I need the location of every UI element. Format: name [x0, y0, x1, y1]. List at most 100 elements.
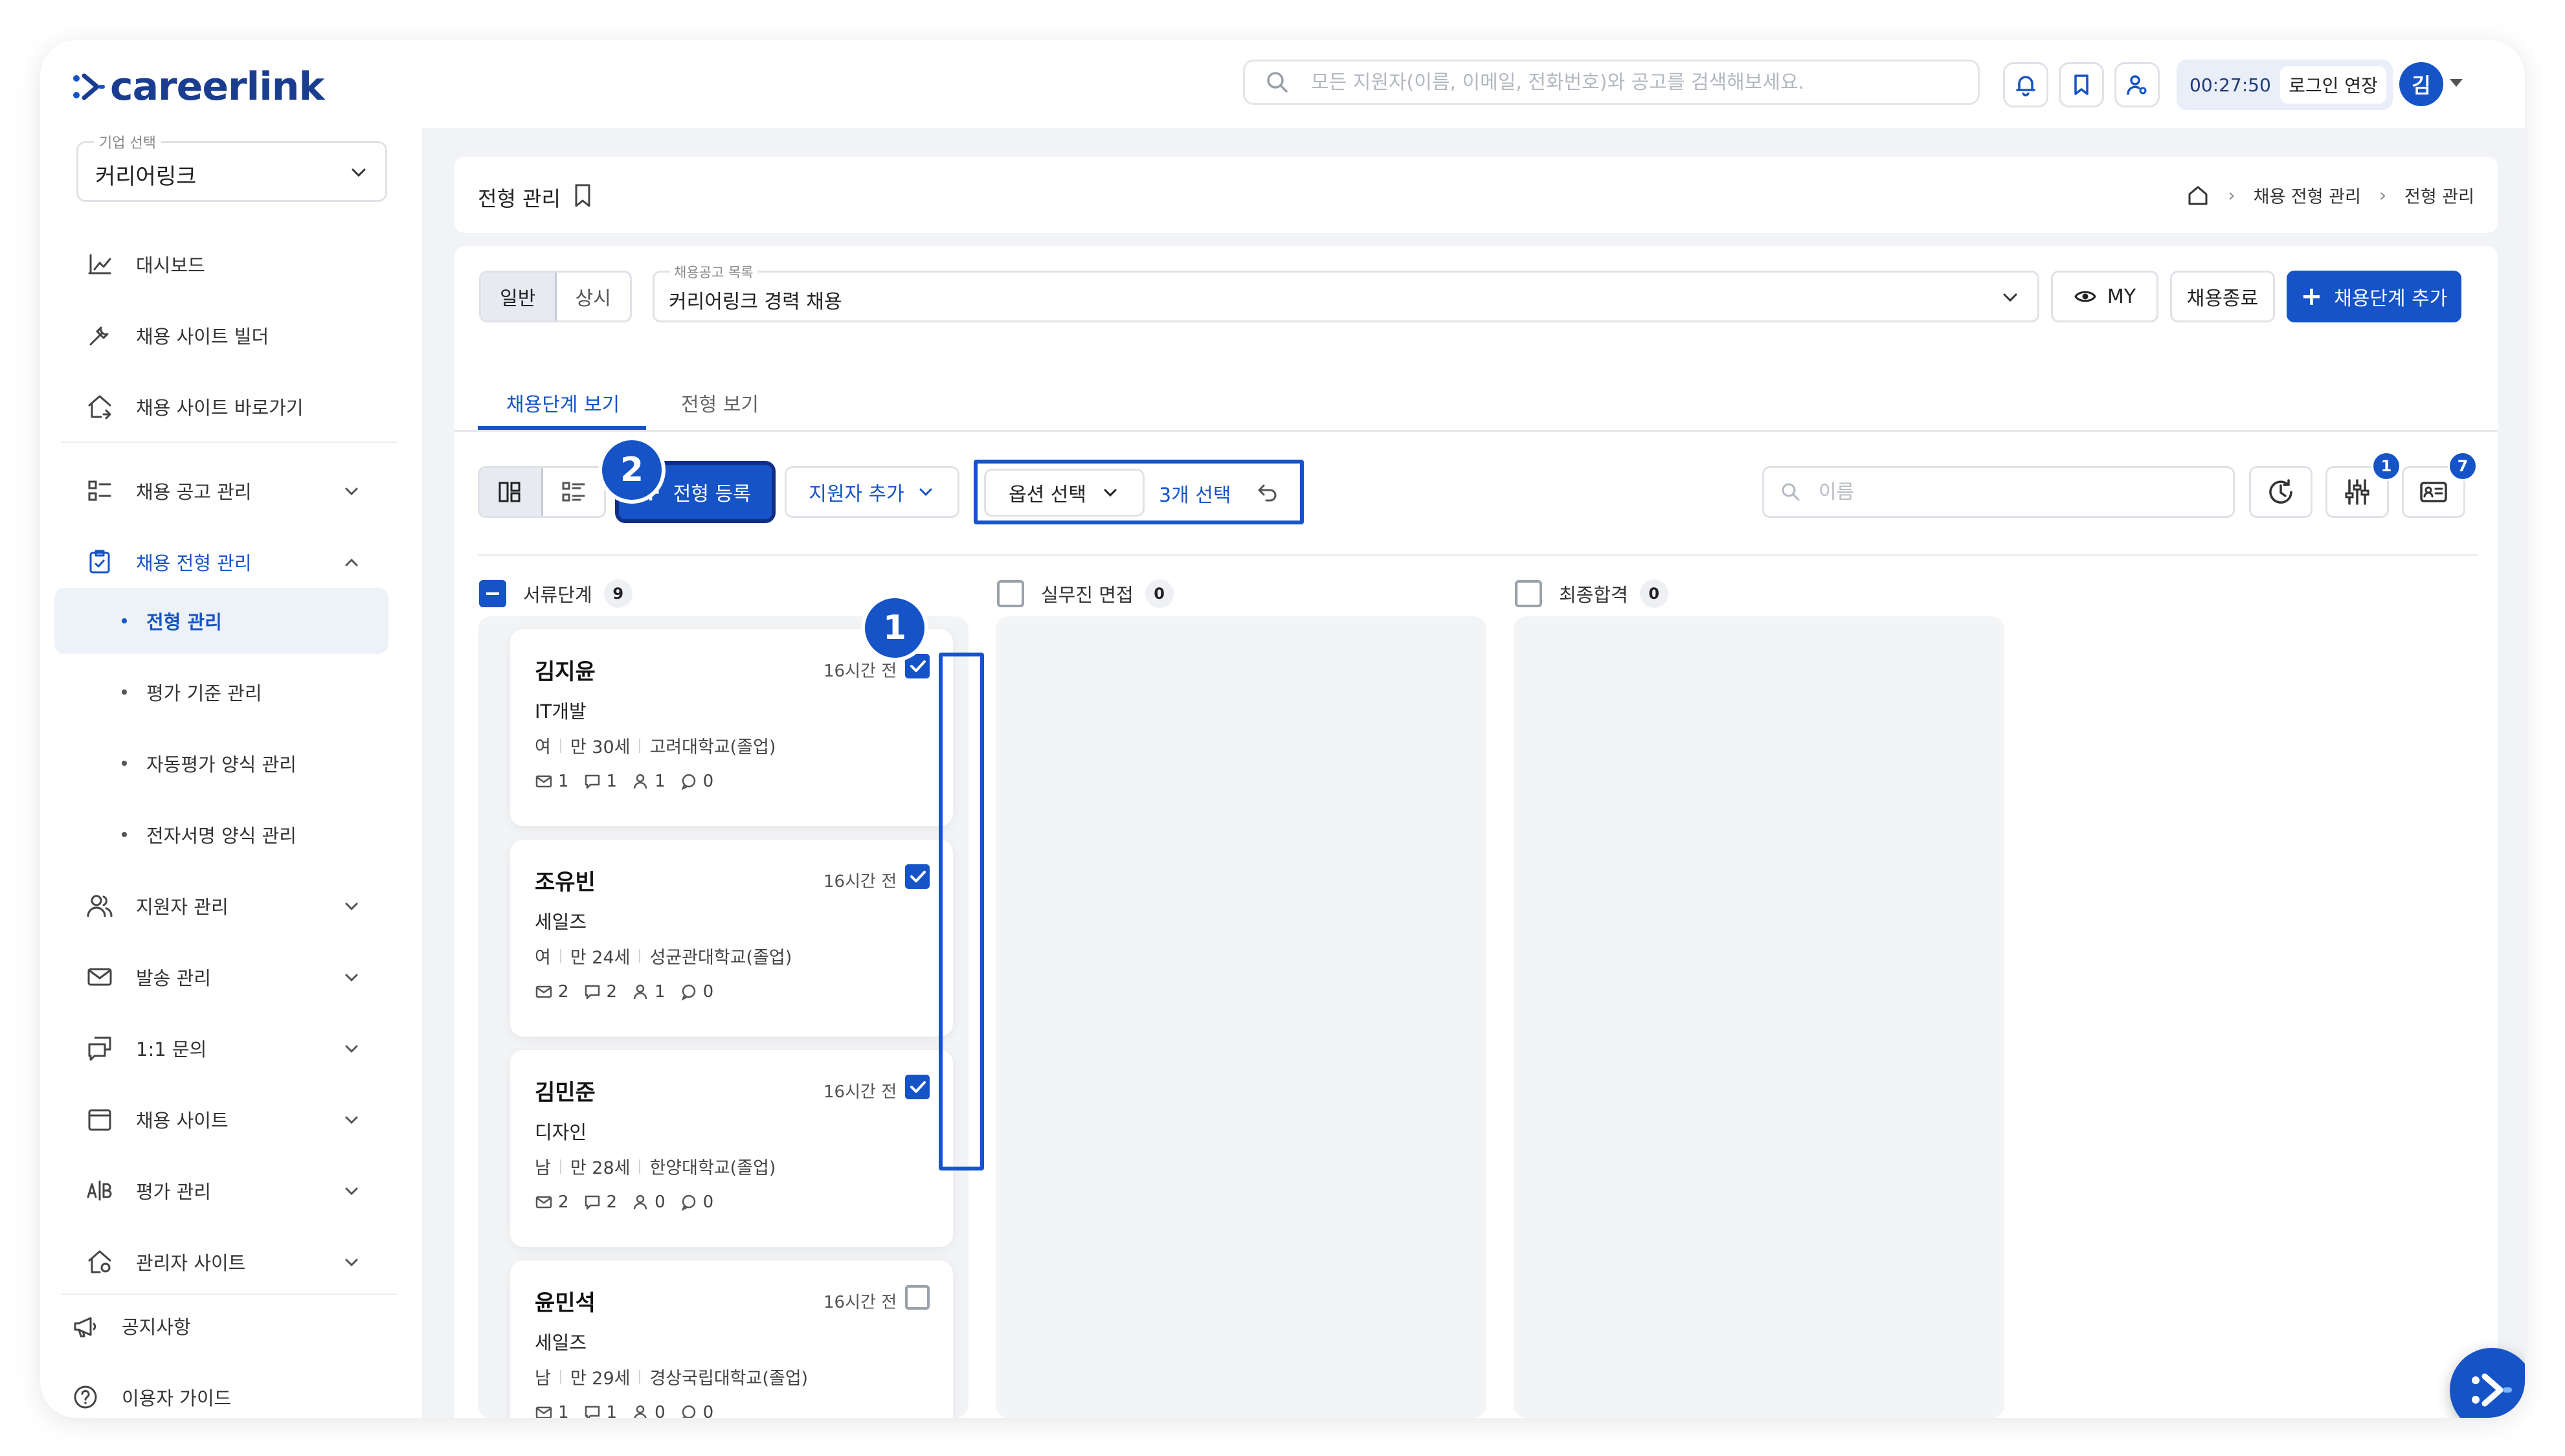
breadcrumb-item[interactable]: 채용 전형 관리	[2254, 183, 2361, 208]
applicant-card[interactable]: 조유빈 16시간 전 세일즈 여 만 24세 성균관대학교(졸업) 2 2 1 …	[510, 840, 953, 1036]
bookmark-icon[interactable]	[571, 183, 594, 208]
history-button[interactable]	[2249, 466, 2313, 518]
sidebar-subitem-auto-eval[interactable]: 자동평가 양식 관리	[122, 744, 297, 783]
chevron-down-icon[interactable]	[342, 482, 361, 501]
chevron-down-icon[interactable]	[342, 1253, 361, 1272]
applicant-age: 만 24세	[570, 948, 631, 968]
chevron-down-icon[interactable]	[342, 1182, 361, 1201]
filter-button[interactable]: 1	[2325, 451, 2401, 518]
chevron-down-icon[interactable]	[342, 1110, 361, 1130]
session-time: 00:27:50	[2190, 74, 2271, 96]
sidebar-item-sending[interactable]: 발송 관리	[85, 958, 211, 996]
kanban-view-button[interactable]	[480, 468, 543, 516]
session-timer: 00:27:50 로그인 연장	[2177, 60, 2393, 110]
avatar[interactable]: 김	[2399, 62, 2443, 106]
notification-button[interactable]	[2003, 62, 2048, 107]
comment-icon	[585, 985, 599, 1000]
extend-login-button[interactable]: 로그인 연장	[2280, 66, 2386, 104]
page-header: 전형 관리 › 채용 전형 관리 › 전형 관리	[454, 157, 2498, 233]
add-applicant-button[interactable]: 지원자 추가	[785, 466, 959, 518]
sidebar-subitem-label: 전형 관리	[146, 611, 222, 633]
sidebar-item-admin-site[interactable]: 관리자 사이트	[85, 1242, 245, 1281]
board-toolbar: + 전형 등록 지원자 추가 옵션 선택 3개 선택	[478, 451, 2478, 531]
breadcrumb-item[interactable]: 전형 관리	[2404, 183, 2474, 208]
logo[interactable]: careerlink	[71, 64, 324, 109]
job-posting-select-value: 커리어링크 경력 채용	[669, 291, 842, 313]
global-search[interactable]	[1243, 60, 1980, 105]
option-select-dropdown[interactable]: 옵션 선택	[984, 469, 1145, 517]
applied-time: 16시간 전	[823, 1293, 897, 1312]
chevron-down-icon[interactable]	[342, 897, 361, 916]
add-applicant-label: 지원자 추가	[809, 483, 904, 506]
applied-time: 16시간 전	[823, 872, 897, 891]
caret-down-icon[interactable]	[2450, 79, 2463, 87]
chevron-down-icon[interactable]	[342, 1039, 361, 1058]
sidebar-item-evaluation[interactable]: 평가 관리	[85, 1171, 211, 1210]
chevron-up-icon[interactable]	[342, 553, 361, 572]
undo-icon[interactable]	[1256, 480, 1279, 504]
card-settings-button[interactable]: 7	[2402, 451, 2478, 518]
meta-divider	[559, 948, 561, 963]
my-button[interactable]: MY	[2051, 271, 2158, 322]
close-recruitment-button[interactable]: 채용종료	[2170, 271, 2275, 322]
name-search[interactable]	[1762, 466, 2235, 518]
column-select-all-checkbox[interactable]	[997, 580, 1024, 607]
applicant-name: 김지윤	[535, 659, 596, 685]
applicant-gender: 남	[535, 1158, 551, 1178]
company-select[interactable]: 기업 선택 커리어링크	[76, 131, 387, 202]
segment-general[interactable]: 일반	[481, 273, 557, 320]
applicant-card[interactable]: 김민준 16시간 전 디자인 남 만 28세 한양대학교(졸업) 2 2 0 0	[510, 1050, 953, 1247]
applicant-stats: 2 2 1 0	[535, 982, 728, 1002]
add-stage-button[interactable]: + 채용단계 추가	[2287, 271, 2461, 322]
column-select-all-checkbox[interactable]	[479, 580, 506, 607]
meta-divider	[559, 738, 561, 753]
applicant-checkbox[interactable]	[905, 864, 930, 889]
sidebar-item-label: 채용 사이트 바로가기	[136, 397, 304, 419]
chevron-down-icon[interactable]	[342, 968, 361, 987]
mail-count: 1	[558, 772, 569, 791]
chevron-right-icon: ›	[2379, 185, 2387, 206]
name-search-input[interactable]	[1817, 480, 2208, 504]
bookmark-button[interactable]	[2059, 62, 2104, 107]
sidebar-item-dashboard[interactable]: 대시보드	[85, 245, 205, 284]
job-posting-select-label: 채용공고 목록	[670, 262, 757, 282]
account-settings-button[interactable]	[2114, 62, 2160, 107]
sidebar-item-applicants[interactable]: 지원자 관리	[85, 886, 229, 925]
comment-count: 1	[606, 1403, 618, 1418]
posting-type-toggle: 일반 상시	[479, 271, 632, 322]
column-count: 9	[603, 579, 633, 608]
applicant-checkbox[interactable]	[905, 1285, 930, 1310]
segment-always[interactable]: 상시	[557, 273, 631, 320]
column-select-all-checkbox[interactable]	[1515, 580, 1542, 607]
chart-icon	[88, 254, 111, 274]
sidebar-item-recruit-process[interactable]: 채용 전형 관리	[85, 543, 252, 581]
applicant-checkbox[interactable]	[905, 1075, 930, 1099]
sidebar-subitem-esign[interactable]: 전자서명 양식 관리	[122, 815, 297, 854]
sidebar-item-site-shortcut[interactable]: 채용 사이트 바로가기	[85, 387, 304, 426]
sidebar-subitem-criteria[interactable]: 평가 기준 관리	[122, 673, 262, 711]
sidebar-item-site-builder[interactable]: 채용 사이트 빌더	[85, 316, 269, 355]
sidebar-item-guide[interactable]: 이용자 가이드	[71, 1378, 231, 1417]
global-search-input[interactable]	[1310, 70, 1927, 95]
sidebar-item-job-posting[interactable]: 채용 공고 관리	[85, 471, 252, 510]
chevron-down-icon	[1104, 489, 1117, 497]
applicant-card[interactable]: 윤민석 16시간 전 세일즈 남 만 29세 경상국립대학교(졸업) 1 1 0…	[510, 1260, 953, 1418]
main-panel: 일반 상시 채용공고 목록 커리어링크 경력 채용 MY 채용종료 + 채용단계…	[454, 246, 2498, 1418]
tab-stage-view[interactable]: 채용단계 보기	[506, 388, 620, 417]
sidebar-item-inquiry[interactable]: 1:1 문의	[85, 1029, 207, 1068]
comment-count: 2	[606, 1193, 618, 1212]
tab-process-view[interactable]: 전형 보기	[681, 388, 759, 417]
sidebar-subitem-process[interactable]: 전형 관리	[122, 601, 222, 640]
sidebar-item-label: 채용 사이트 빌더	[136, 326, 269, 348]
list-view-button[interactable]	[543, 468, 605, 516]
applicant-meta: 남 만 28세 한양대학교(졸업)	[535, 1154, 776, 1179]
sidebar-subitem-label: 자동평가 양식 관리	[146, 754, 297, 776]
megaphone-icon	[74, 1317, 96, 1338]
list-view-icon	[562, 482, 585, 502]
applicant-gender: 남	[535, 1369, 551, 1389]
home-icon[interactable]	[2186, 184, 2210, 207]
sidebar-item-recruit-site[interactable]: 채용 사이트	[85, 1100, 229, 1139]
applicant-gender: 여	[535, 737, 551, 757]
job-posting-select[interactable]: 채용공고 목록 커리어링크 경력 채용	[653, 262, 2039, 322]
sidebar-item-notice[interactable]: 공지사항	[71, 1306, 191, 1345]
